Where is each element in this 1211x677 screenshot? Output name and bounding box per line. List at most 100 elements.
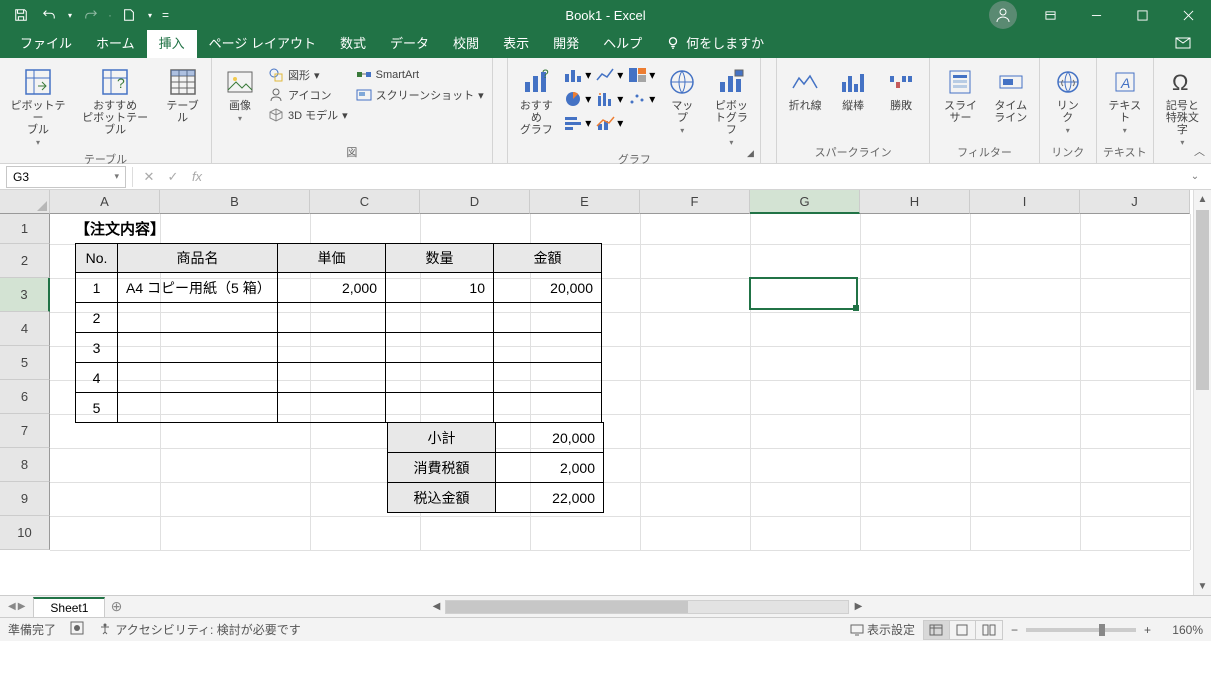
accessibility-status[interactable]: アクセシビリティ: 検討が必要です xyxy=(98,621,301,638)
row-header-6[interactable]: 6 xyxy=(0,380,50,414)
tab-help[interactable]: ヘルプ xyxy=(591,27,654,58)
subtotal-value[interactable]: 20,000 xyxy=(496,423,604,453)
select-all-corner[interactable] xyxy=(0,190,50,214)
macro-record-icon[interactable] xyxy=(70,621,84,638)
vertical-scrollbar[interactable]: ▲ ▼ xyxy=(1193,190,1211,595)
col-header-A[interactable]: A xyxy=(50,190,160,214)
table-row[interactable] xyxy=(118,363,278,393)
cancel-formula-icon[interactable]: ✕ xyxy=(139,169,159,185)
text-button[interactable]: Aテキス ト▾ xyxy=(1103,64,1147,137)
tab-pagelayout[interactable]: ページ レイアウト xyxy=(197,27,328,58)
row-header-1[interactable]: 1 xyxy=(0,214,50,244)
table-row[interactable]: A4 コピー用紙（5 箱） xyxy=(118,273,278,303)
combo-chart-button[interactable]: ▾ xyxy=(594,112,624,134)
col-header-F[interactable]: F xyxy=(640,190,750,214)
table-row[interactable] xyxy=(494,363,602,393)
undo-icon[interactable] xyxy=(36,2,62,28)
display-settings[interactable]: 表示設定 xyxy=(850,621,915,638)
col-header-G[interactable]: G xyxy=(750,190,860,214)
link-button[interactable]: リン ク▾ xyxy=(1046,64,1090,137)
zoom-out-icon[interactable]: − xyxy=(1011,623,1018,637)
row-header-9[interactable]: 9 xyxy=(0,482,50,516)
table-row[interactable] xyxy=(278,363,386,393)
charts-dialog-launcher-icon[interactable]: ◢ xyxy=(743,146,757,160)
table-row[interactable] xyxy=(494,393,602,423)
3dmodel-button[interactable]: 3D モデル ▾ xyxy=(266,106,350,124)
pivottable-button[interactable]: ピボットテー ブル▾ xyxy=(6,64,70,149)
expand-formula-bar-icon[interactable]: ⌄ xyxy=(1189,171,1211,182)
scatter-chart-button[interactable]: ▾ xyxy=(626,88,656,110)
row-header-10[interactable]: 10 xyxy=(0,516,50,550)
tab-developer[interactable]: 開発 xyxy=(541,27,591,58)
table-row[interactable]: 4 xyxy=(76,363,118,393)
maximize-icon[interactable] xyxy=(1119,0,1165,30)
col-header-D[interactable]: D xyxy=(420,190,530,214)
minimize-icon[interactable] xyxy=(1073,0,1119,30)
col-header-J[interactable]: J xyxy=(1080,190,1190,214)
row-header-3[interactable]: 3 xyxy=(0,278,50,312)
table-row[interactable]: 2,000 xyxy=(278,273,386,303)
table-row[interactable]: 5 xyxy=(76,393,118,423)
table-row[interactable] xyxy=(386,393,494,423)
tab-formulas[interactable]: 数式 xyxy=(328,27,378,58)
column-chart-button[interactable]: ▾ xyxy=(562,64,592,86)
sparkline-column-button[interactable]: 縦棒 xyxy=(831,64,875,114)
smartart-button[interactable]: SmartArt xyxy=(354,66,486,84)
undo-dropdown-icon[interactable]: ▾ xyxy=(64,2,76,28)
pictures-button[interactable]: 画像▾ xyxy=(218,64,262,125)
horizontal-scrollbar[interactable]: ◀ ▶ xyxy=(427,600,867,614)
hierarchy-chart-button[interactable]: ▾ xyxy=(626,64,656,86)
tab-review[interactable]: 校閲 xyxy=(441,27,491,58)
bar-chart-button[interactable]: ▾ xyxy=(562,112,592,134)
table-row[interactable] xyxy=(278,393,386,423)
tab-home[interactable]: ホーム xyxy=(84,27,147,58)
tab-data[interactable]: データ xyxy=(378,27,441,58)
table-row[interactable] xyxy=(278,303,386,333)
icons-button[interactable]: アイコン xyxy=(266,86,350,104)
tax-value[interactable]: 2,000 xyxy=(496,453,604,483)
timeline-button[interactable]: タイム ライン xyxy=(989,64,1033,126)
collapse-ribbon-icon[interactable]: ︿ xyxy=(1194,143,1205,159)
sparkline-winloss-button[interactable]: 勝敗 xyxy=(879,64,923,114)
share-icon[interactable] xyxy=(1155,29,1211,58)
line-chart-button[interactable]: ▾ xyxy=(594,64,624,86)
col-header-C[interactable]: C xyxy=(310,190,420,214)
tell-me-search[interactable]: 何をしますか xyxy=(654,27,776,58)
formula-bar[interactable] xyxy=(213,166,1189,188)
sheet-tab-sheet1[interactable]: Sheet1 xyxy=(33,597,105,617)
recommended-charts-button[interactable]: ? おすすめ グラフ xyxy=(514,64,558,138)
tab-view[interactable]: 表示 xyxy=(491,27,541,58)
table-row[interactable] xyxy=(278,333,386,363)
zoom-slider[interactable] xyxy=(1026,628,1136,632)
scroll-down-icon[interactable]: ▼ xyxy=(1194,577,1211,595)
table-row[interactable]: 20,000 xyxy=(494,273,602,303)
hscroll-right-icon[interactable]: ▶ xyxy=(849,601,867,612)
view-pagelayout-icon[interactable] xyxy=(950,621,976,639)
table-row[interactable]: 1 xyxy=(76,273,118,303)
screenshot-button[interactable]: スクリーンショット ▾ xyxy=(354,86,486,104)
enter-formula-icon[interactable]: ✓ xyxy=(163,169,183,185)
table-row[interactable]: 2 xyxy=(76,303,118,333)
table-row[interactable]: 10 xyxy=(386,273,494,303)
row-header-7[interactable]: 7 xyxy=(0,414,50,448)
tab-insert[interactable]: 挿入 xyxy=(147,27,197,58)
save-icon[interactable] xyxy=(8,2,34,28)
account-icon[interactable] xyxy=(989,1,1017,29)
table-row[interactable] xyxy=(118,333,278,363)
sheet-nav-next-icon[interactable]: ▶ xyxy=(18,601,26,612)
new-sheet-button[interactable]: ⊕ xyxy=(105,598,127,615)
table-row[interactable] xyxy=(494,333,602,363)
insert-function-icon[interactable]: fx xyxy=(187,169,207,184)
qat-customize-icon[interactable]: ▾ xyxy=(144,2,156,28)
table-row[interactable]: 3 xyxy=(76,333,118,363)
hscroll-left-icon[interactable]: ◀ xyxy=(427,601,445,612)
slicer-button[interactable]: スライサー xyxy=(936,64,985,126)
table-row[interactable] xyxy=(118,393,278,423)
maps-button[interactable]: マッ プ▾ xyxy=(660,64,704,137)
shapes-button[interactable]: 図形 ▾ xyxy=(266,66,350,84)
new-file-icon[interactable] xyxy=(116,2,142,28)
table-button[interactable]: テーブル xyxy=(160,64,205,126)
pie-chart-button[interactable]: ▾ xyxy=(562,88,592,110)
ribbon-display-options-icon[interactable] xyxy=(1027,0,1073,30)
hscroll-thumb[interactable] xyxy=(446,601,687,613)
